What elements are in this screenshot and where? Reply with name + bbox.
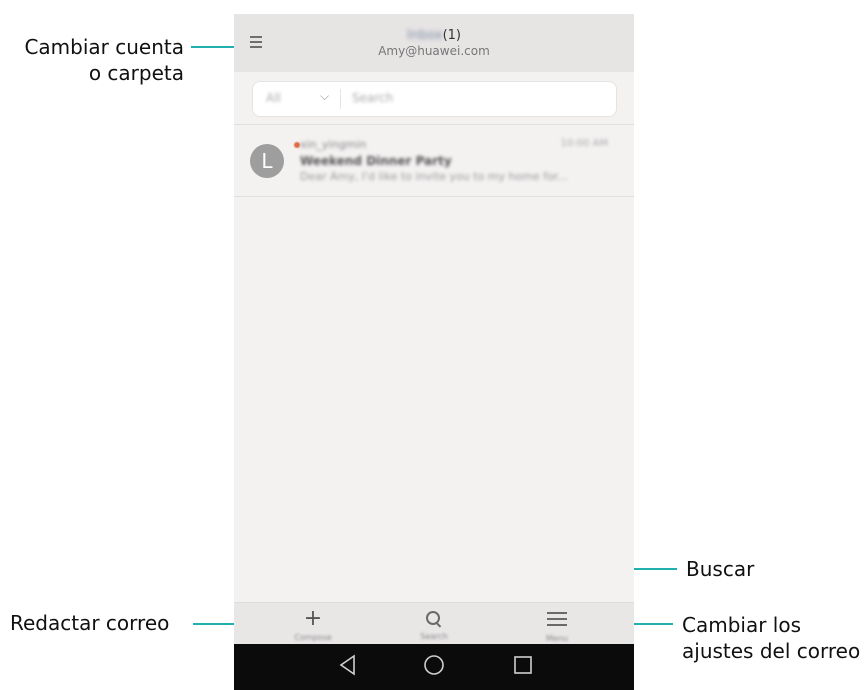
callout-text-line1: Cambiar cuenta <box>24 35 184 59</box>
android-nav-bar <box>234 644 634 690</box>
search-icon <box>425 610 443 628</box>
message-time: 10:00 AM <box>560 138 608 149</box>
callout-settings-line1: Cambiar los <box>682 613 802 637</box>
menu-label: Menu <box>546 634 568 643</box>
back-icon[interactable] <box>338 654 358 676</box>
search-label: Search <box>420 632 448 641</box>
plus-icon: + <box>303 606 323 631</box>
callout-search-text: Buscar <box>686 557 755 581</box>
list-item[interactable]: L xin_yingmin 10:00 AM Weekend Dinner Pa… <box>234 126 634 198</box>
hamburger-icon <box>547 612 567 630</box>
divider <box>234 196 634 197</box>
home-icon[interactable] <box>423 654 445 676</box>
message-snippet: Dear Amy, I'd like to invite you to my h… <box>300 170 568 183</box>
callout-switch-account: Cambiar cuenta o carpeta <box>8 34 184 86</box>
avatar: L <box>250 144 284 178</box>
unread-count: (1) <box>442 28 461 43</box>
callout-settings: Cambiar los ajustes del correo <box>682 612 860 664</box>
callout-search: Buscar <box>686 556 754 582</box>
callout-settings-line2: ajustes del correo <box>682 639 861 663</box>
callout-compose: Redactar correo <box>10 610 169 636</box>
filter-dropdown[interactable]: All <box>266 91 281 105</box>
bottom-toolbar: + Compose Search Menu <box>234 602 634 645</box>
message-sender: xin_yingmin <box>300 138 367 151</box>
email-header: Inbox(1) Amy@huawei.com <box>234 14 634 72</box>
callout-text-line2: o carpeta <box>88 61 184 85</box>
search-divider <box>340 89 341 109</box>
callout-compose-text: Redactar correo <box>10 611 170 635</box>
recents-icon[interactable] <box>513 654 533 676</box>
message-subject: Weekend Dinner Party <box>300 154 452 168</box>
divider <box>234 124 634 125</box>
account-email: Amy@huawei.com <box>378 44 490 58</box>
folder-name: Inbox <box>407 28 443 43</box>
header-title: Inbox(1) Amy@huawei.com <box>234 28 634 58</box>
search-button[interactable]: Search <box>389 603 479 645</box>
chevron-down-icon[interactable]: ⌵ <box>320 89 329 104</box>
search-input[interactable]: Search <box>352 91 393 105</box>
menu-button[interactable]: Menu <box>512 603 602 645</box>
compose-label: Compose <box>294 633 332 642</box>
search-bar[interactable]: All ⌵ Search <box>252 81 617 117</box>
phone-screen: Inbox(1) Amy@huawei.com All ⌵ Search L x… <box>234 14 634 690</box>
compose-button[interactable]: + Compose <box>268 603 358 645</box>
